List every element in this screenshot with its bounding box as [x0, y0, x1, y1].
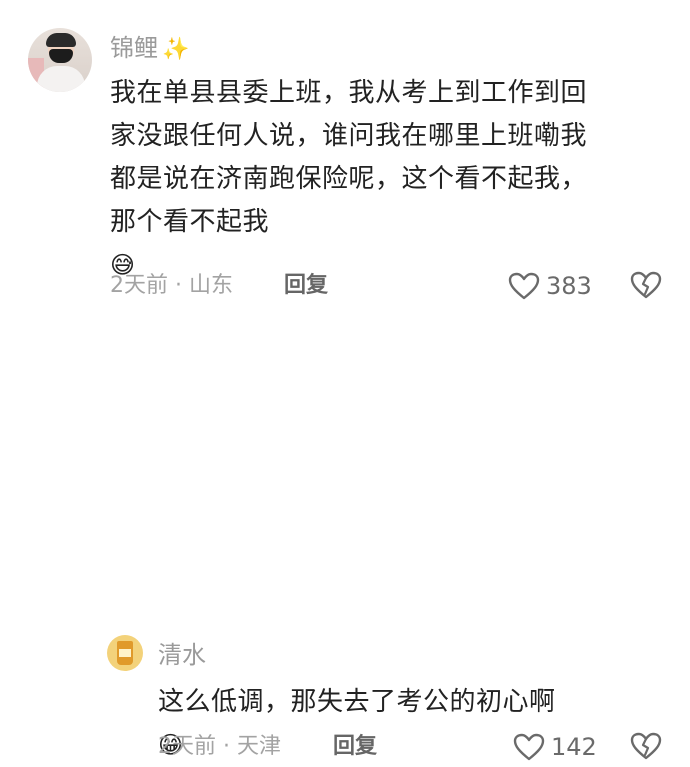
comment-line-text: 这么低调，那失去了考公的初心啊 [158, 687, 556, 717]
like-count: 383 [546, 272, 592, 300]
reply-button[interactable]: 回复 [333, 733, 377, 761]
comment-text: 我在单县县委上班，我从考上到工作到回 家没跟任何人说，谁问我在哪里上班嘞我 都是… [110, 72, 670, 287]
comment-meta: 2天前 · 天津 [158, 734, 281, 759]
username-text: 锦鲤 [110, 34, 158, 62]
username[interactable]: 锦鲤 ✨ [110, 34, 189, 64]
comment-line: 我在单县县委上班，我从考上到工作到回 [110, 78, 588, 108]
avatar[interactable] [107, 635, 143, 671]
comment: 锦鲤 ✨ 我在单县县委上班，我从考上到工作到回 家没跟任何人说，谁问我在哪里上班嘞… [0, 0, 690, 315]
comment-line: 家没跟任何人说，谁问我在哪里上班嘞我 [110, 121, 588, 151]
avatar-mask [49, 49, 73, 63]
broken-heart-icon [630, 271, 662, 299]
like-button[interactable]: 142 [513, 733, 597, 761]
avatar-hair [46, 33, 76, 47]
avatar[interactable] [28, 28, 92, 92]
broken-heart-icon [630, 732, 662, 760]
comment-reply: 清水 这么低调，那失去了考公的初心啊 😁 2天前 · 天津 回复 142 [0, 315, 690, 761]
username[interactable]: 清水 [158, 641, 206, 669]
comment-meta: 2天前 · 山东 [110, 273, 233, 298]
avatar-cup-label [119, 649, 131, 657]
heart-icon [513, 733, 545, 761]
like-button[interactable]: 383 [508, 272, 592, 300]
reply-button[interactable]: 回复 [284, 272, 328, 300]
dislike-button[interactable] [630, 270, 662, 304]
heart-icon [508, 272, 540, 300]
dislike-button[interactable] [630, 731, 662, 765]
comment-line: 都是说在济南跑保险呢，这个看不起我， [110, 164, 588, 194]
comment-line-text: 那个看不起我 [110, 207, 270, 237]
sparkle-emoji: ✨ [162, 37, 190, 62]
like-count: 142 [551, 733, 597, 761]
avatar-body [37, 66, 85, 92]
